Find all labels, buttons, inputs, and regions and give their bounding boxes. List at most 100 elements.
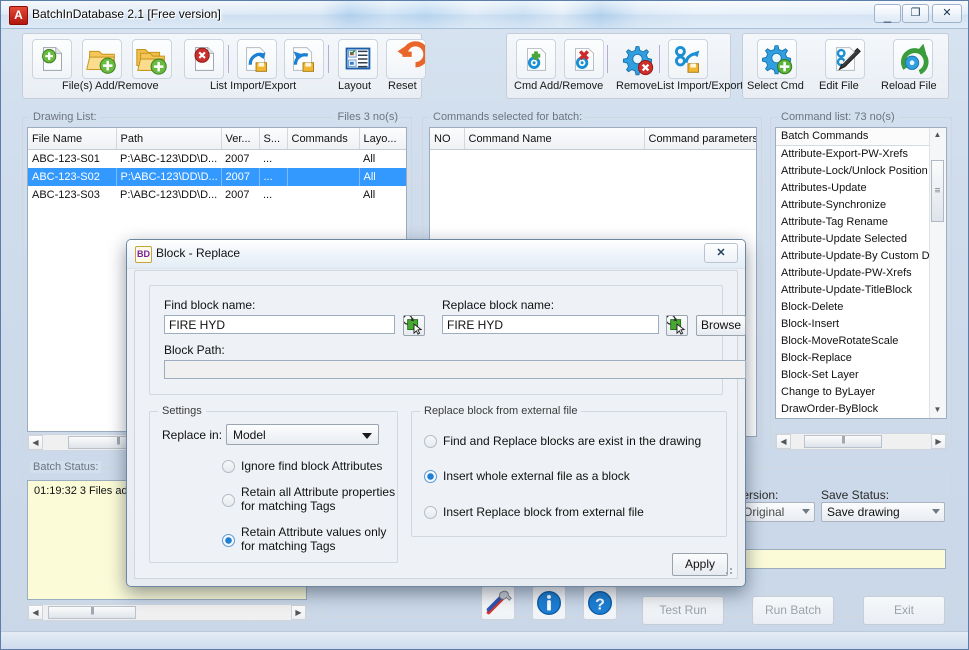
radio-insert-replace-block-external[interactable] bbox=[424, 506, 437, 519]
list-import-button[interactable] bbox=[237, 39, 277, 79]
select-cmd-button[interactable] bbox=[757, 39, 797, 79]
drawing-version-select[interactable]: Original bbox=[737, 502, 815, 522]
list-item[interactable]: Attribute-Tag Rename bbox=[776, 214, 946, 231]
list-item[interactable]: Attribute-Update-TitleBlock bbox=[776, 282, 946, 299]
reload-file-button[interactable] bbox=[893, 39, 933, 79]
hscroll-thumb[interactable] bbox=[804, 435, 882, 448]
list-item[interactable]: DrawOrder-ByBlock bbox=[776, 401, 946, 418]
list-item[interactable]: Attribute-Lock/Unlock Position bbox=[776, 163, 946, 180]
block-path-input[interactable] bbox=[164, 360, 746, 379]
scroll-down-icon[interactable]: ▼ bbox=[930, 403, 945, 418]
batch-status-hscrollbar[interactable]: ◀ ▶ bbox=[27, 604, 307, 621]
column-command-parameters[interactable]: Command parameters bbox=[644, 128, 757, 150]
list-item[interactable]: Attribute-Update-By Custom Dat bbox=[776, 248, 946, 265]
table-row[interactable]: ABC-123-S01 P:\ABC-123\DD\D... 2007 ... … bbox=[28, 150, 407, 169]
column-no[interactable]: NO bbox=[430, 128, 464, 150]
scroll-left-icon[interactable]: ◀ bbox=[776, 434, 791, 449]
column-command-name[interactable]: Command Name bbox=[464, 128, 644, 150]
cell-path: P:\ABC-123\DD\D... bbox=[116, 186, 221, 204]
cmd-list-import-button[interactable] bbox=[668, 39, 708, 79]
edit-file-button[interactable] bbox=[825, 39, 865, 79]
layout-button[interactable] bbox=[338, 39, 378, 79]
cell-file-name: ABC-123-S01 bbox=[28, 150, 116, 169]
radio-retain-attribute-values-only[interactable] bbox=[222, 534, 235, 547]
radio-insert-whole-external-file[interactable] bbox=[424, 470, 437, 483]
list-item[interactable]: Block-Replace bbox=[776, 350, 946, 367]
scroll-up-icon[interactable]: ▲ bbox=[930, 128, 945, 143]
toolbar-label-reset: Reset bbox=[388, 80, 417, 92]
list-item[interactable]: Attribute-Update Selected bbox=[776, 231, 946, 248]
column-version[interactable]: Ver... bbox=[221, 128, 259, 150]
list-item[interactable]: Block-Insert bbox=[776, 316, 946, 333]
list-item[interactable]: Block-MoveRotateScale bbox=[776, 333, 946, 350]
exit-button[interactable]: Exit bbox=[863, 596, 945, 625]
column-layout[interactable]: Layo... bbox=[359, 128, 407, 150]
remove-button[interactable] bbox=[617, 39, 657, 79]
list-item[interactable]: Attribute-Synchronize bbox=[776, 197, 946, 214]
cmd-remove-button[interactable] bbox=[564, 39, 604, 79]
gear-remove-icon bbox=[618, 40, 656, 78]
table-row[interactable]: ABC-123-S02 P:\ABC-123\DD\D... 2007 ... … bbox=[28, 168, 407, 186]
list-item[interactable]: Attribute-Update-PW-Xrefs bbox=[776, 265, 946, 282]
list-export-button[interactable] bbox=[284, 39, 324, 79]
radio-ignore-find-block-attributes[interactable] bbox=[222, 460, 235, 473]
scroll-right-icon[interactable]: ▶ bbox=[931, 434, 946, 449]
column-path[interactable]: Path bbox=[116, 128, 221, 150]
scroll-left-icon[interactable]: ◀ bbox=[28, 605, 43, 620]
browse-button[interactable]: Browse bbox=[696, 315, 746, 336]
cmd-list-import-icon bbox=[669, 40, 707, 78]
dialog-resize-grip[interactable] bbox=[723, 565, 733, 575]
table-header-row: NO Command Name Command parameters bbox=[430, 128, 757, 150]
list-item[interactable]: Change to ByLayer bbox=[776, 384, 946, 401]
cell-file-name: ABC-123-S03 bbox=[28, 186, 116, 204]
replace-in-select[interactable]: Model bbox=[226, 424, 379, 445]
radio-retain-all-attribute-properties[interactable] bbox=[222, 494, 235, 507]
tools-button[interactable] bbox=[481, 586, 515, 620]
command-list-hscrollbar[interactable]: ◀ ▶ bbox=[775, 433, 947, 450]
replace-in-value: Model bbox=[233, 428, 266, 442]
find-block-input[interactable]: FIRE HYD bbox=[164, 315, 395, 334]
list-item[interactable]: Block-Delete bbox=[776, 299, 946, 316]
maximize-button[interactable]: ❐ bbox=[902, 4, 929, 23]
hscroll-thumb[interactable] bbox=[48, 606, 136, 619]
list-item[interactable]: Attributes-Update bbox=[776, 180, 946, 197]
cmd-add-button[interactable] bbox=[516, 39, 556, 79]
list-item[interactable]: DrawOrder-ByLayer bbox=[776, 418, 946, 419]
info-button[interactable] bbox=[532, 586, 566, 620]
find-block-pick-button[interactable] bbox=[403, 315, 425, 336]
test-run-button[interactable]: Test Run bbox=[642, 596, 724, 625]
settings-title: Settings bbox=[158, 405, 206, 417]
run-batch-button[interactable]: Run Batch bbox=[752, 596, 834, 625]
scroll-right-icon[interactable]: ▶ bbox=[291, 605, 306, 620]
info-icon bbox=[533, 587, 565, 619]
folder-add-button[interactable] bbox=[82, 39, 122, 79]
replace-block-input[interactable]: FIRE HYD bbox=[442, 315, 659, 334]
toolbar-label-cmd-add-remove: Cmd Add/Remove bbox=[514, 80, 603, 92]
reset-button[interactable] bbox=[386, 39, 426, 79]
column-commands[interactable]: Commands bbox=[287, 128, 359, 150]
file-remove-button[interactable] bbox=[184, 39, 224, 79]
folders-add-button[interactable] bbox=[132, 39, 172, 79]
save-status-select[interactable]: Save drawing bbox=[821, 502, 945, 522]
vscroll-thumb[interactable] bbox=[931, 160, 944, 222]
command-list-vscrollbar[interactable]: ▲ ▼ bbox=[929, 128, 946, 418]
toolbar-label-edit-file: Edit File bbox=[819, 80, 859, 92]
chevron-down-icon bbox=[932, 509, 940, 514]
file-add-button[interactable] bbox=[32, 39, 72, 79]
apply-button[interactable]: Apply bbox=[672, 553, 728, 576]
scroll-left-icon[interactable]: ◀ bbox=[28, 435, 43, 450]
drawing-list-grid: File Name Path Ver... S... Commands Layo… bbox=[28, 128, 407, 204]
minimize-button[interactable]: _ bbox=[874, 4, 901, 23]
list-item[interactable]: Block-Set Layer bbox=[776, 367, 946, 384]
column-status[interactable]: S... bbox=[259, 128, 287, 150]
dialog-close-button[interactable]: ✕ bbox=[704, 243, 738, 263]
close-button[interactable]: ✕ bbox=[932, 4, 962, 23]
command-list-box[interactable]: Batch Commands Attribute-Export-PW-Xrefs… bbox=[775, 127, 947, 419]
column-file-name[interactable]: File Name bbox=[28, 128, 116, 150]
help-button[interactable]: ? bbox=[583, 586, 617, 620]
radio-find-and-replace-in-drawing[interactable] bbox=[424, 435, 437, 448]
list-item[interactable]: Attribute-Export-PW-Xrefs bbox=[776, 146, 946, 163]
replace-block-pick-button[interactable] bbox=[666, 315, 688, 336]
table-row[interactable]: ABC-123-S03 P:\ABC-123\DD\D... 2007 ... … bbox=[28, 186, 407, 204]
close-icon: ✕ bbox=[933, 5, 961, 22]
